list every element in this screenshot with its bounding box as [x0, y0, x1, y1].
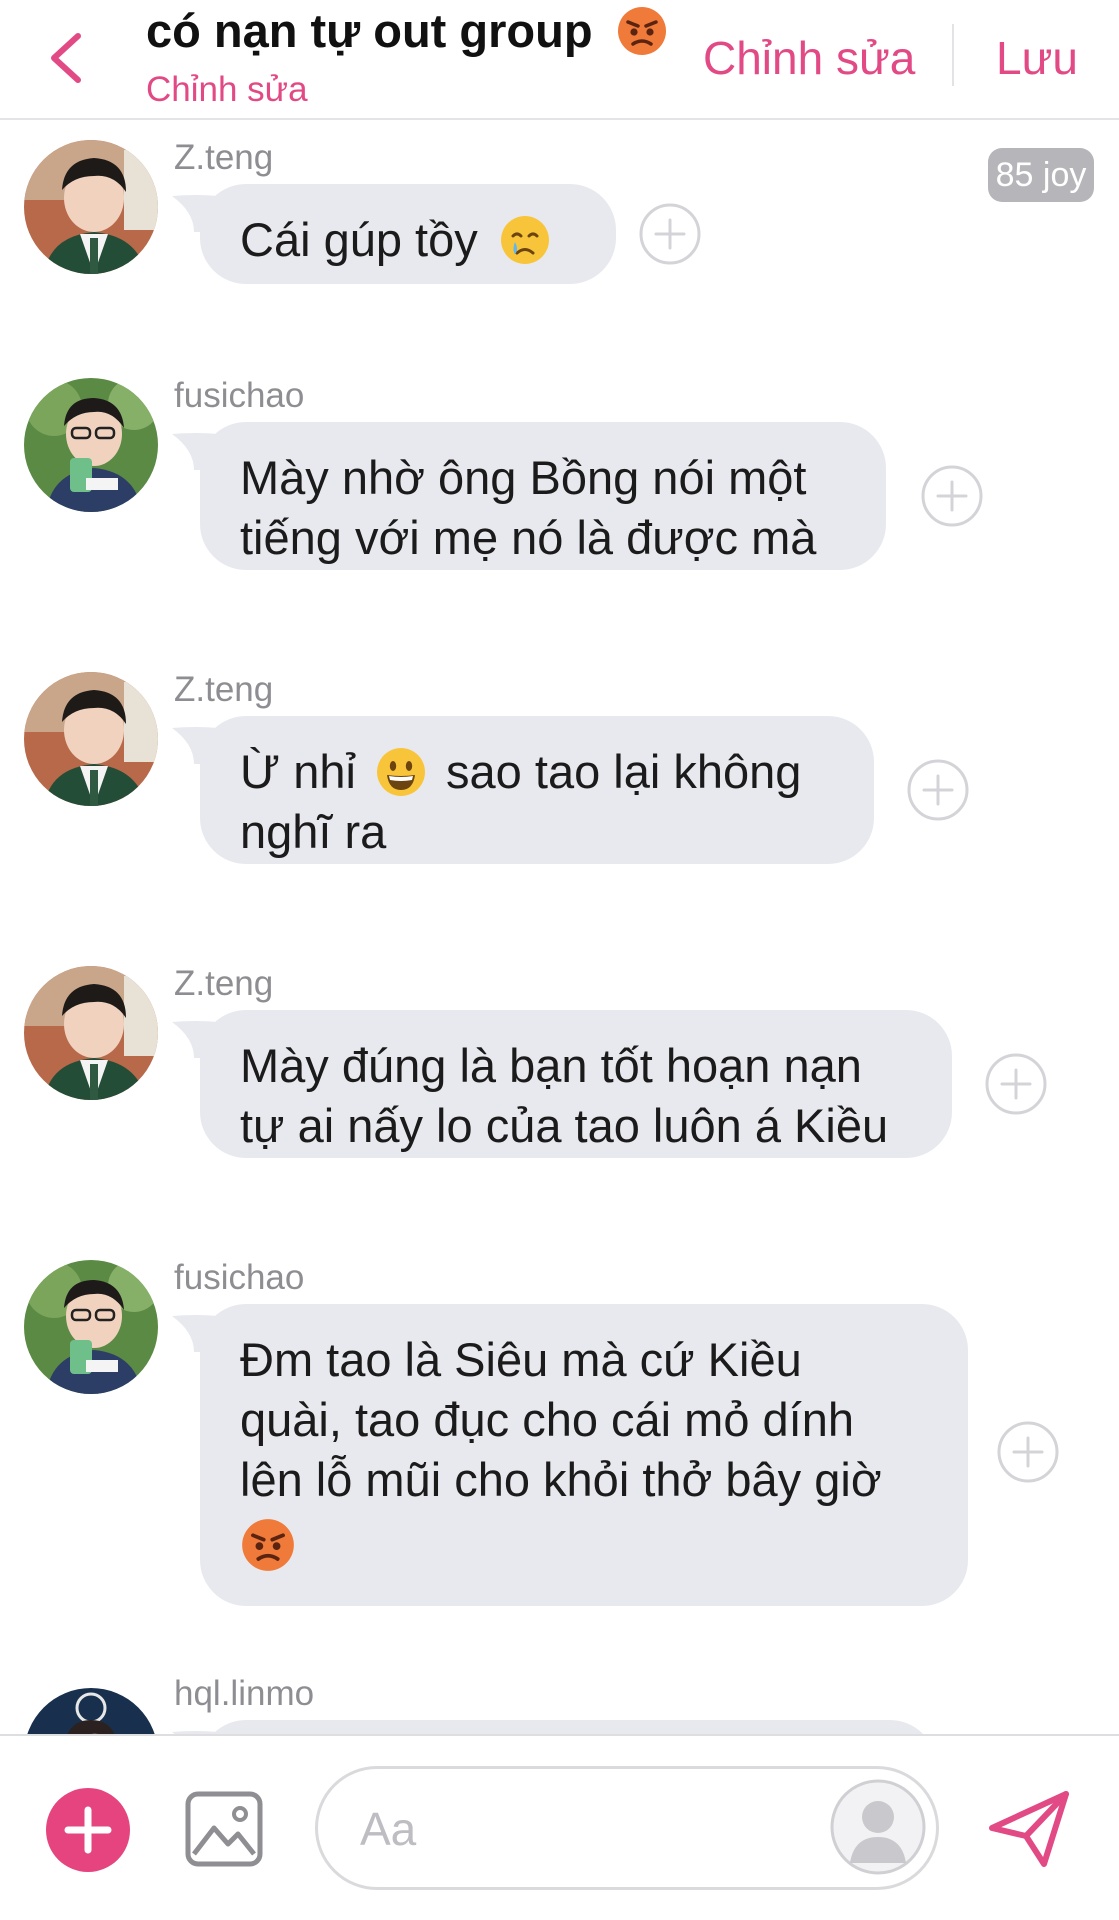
message-input[interactable]: Aa	[315, 1766, 939, 1890]
message-line: Mày đúng là bạn tốt hoạn nạn	[240, 1039, 862, 1092]
save-button[interactable]: Lưu	[996, 30, 1078, 86]
message-bubble[interactable]	[200, 1720, 936, 1734]
sender-name: fusichao	[174, 376, 305, 415]
message-bubble[interactable]: Đm tao là Siêu mà cứ Kiều quài, tao đục …	[200, 1304, 968, 1606]
message-bubble[interactable]: Ừ nhỉ sao tao lại không nghĩ ra	[200, 716, 874, 864]
avatar-image-icon	[24, 966, 158, 1100]
crying-face-icon	[500, 215, 549, 264]
add-reaction-icon[interactable]	[920, 464, 984, 528]
chat-title: có nạn tự out group	[146, 2, 668, 60]
avatar-image-icon	[24, 672, 158, 806]
message-bubble[interactable]: Cái gúp tồy	[200, 184, 616, 284]
add-button[interactable]	[46, 1788, 130, 1872]
message-text: Ừ nhỉ	[240, 745, 356, 798]
avatar[interactable]	[24, 378, 158, 512]
message-bubble[interactable]: Mày đúng là bạn tốt hoạn nạn tự ai nấy l…	[200, 1010, 952, 1158]
message-text: Cái gúp tồy	[240, 213, 478, 266]
edit-button[interactable]: Chỉnh sửa	[703, 30, 915, 86]
header-divider	[952, 24, 954, 86]
sender-name: hql.linmo	[174, 1674, 315, 1713]
add-reaction-icon[interactable]	[906, 758, 970, 822]
message-line	[240, 1510, 928, 1573]
message-text: sao tao lại không	[446, 745, 802, 798]
avatar-image-icon	[24, 1688, 158, 1734]
avatar[interactable]	[24, 1260, 158, 1394]
user-silhouette-icon	[830, 1779, 926, 1875]
add-reaction-icon[interactable]	[638, 202, 702, 266]
avatar-image-icon	[24, 378, 158, 512]
angry-face-icon	[617, 6, 666, 55]
add-reaction-icon[interactable]	[984, 1052, 1048, 1116]
sender-name: Z.teng	[174, 670, 274, 709]
avatar[interactable]	[24, 966, 158, 1100]
message-line: tiếng với mẹ nó là được mà	[240, 511, 817, 564]
message-line: nghĩ ra	[240, 805, 387, 858]
message-line: lên lỗ mũi cho khỏi thở bây giờ	[240, 1453, 882, 1506]
sender-name: Z.teng	[174, 964, 274, 1003]
message-line: quài, tao đục cho cái mỏ dính	[240, 1393, 855, 1446]
sender-name: fusichao	[174, 1258, 305, 1297]
message-input-placeholder: Aa	[360, 1803, 417, 1855]
message-line: tự ai nấy lo của tao luôn á Kiều	[240, 1099, 889, 1152]
message-line: Đm tao là Siêu mà cứ Kiều	[240, 1333, 802, 1386]
avatar[interactable]	[24, 672, 158, 806]
angry-face-icon	[242, 1518, 294, 1571]
chat-header: có nạn tự out group Chỉnh sửa Chỉnh sửa …	[0, 0, 1119, 120]
message-line: Mày nhờ ông Bồng nói một	[240, 451, 807, 504]
image-icon[interactable]	[184, 1790, 264, 1868]
avatar-image-icon	[24, 140, 158, 274]
avatar[interactable]	[24, 1688, 158, 1734]
message-list[interactable]: 85 joy Z.teng Cái gúp tồy fusichao Mày n…	[0, 122, 1119, 1734]
message-bubble[interactable]: Mày nhờ ông Bồng nói một tiếng với mẹ nó…	[200, 422, 886, 570]
plus-icon	[64, 1806, 112, 1854]
composer-bar: Aa	[0, 1734, 1119, 1920]
sticker-avatar-button[interactable]	[830, 1779, 926, 1875]
avatar-image-icon	[24, 1260, 158, 1394]
joy-badge: 85 joy	[988, 148, 1094, 202]
add-reaction-icon[interactable]	[996, 1420, 1060, 1484]
avatar[interactable]	[24, 140, 158, 274]
back-chevron-icon[interactable]	[42, 28, 92, 88]
message-line: Ừ nhỉ sao tao lại không	[240, 742, 834, 802]
sender-name: Z.teng	[174, 138, 274, 177]
send-icon[interactable]	[986, 1784, 1074, 1872]
chat-subtitle[interactable]: Chỉnh sửa	[146, 68, 308, 112]
chat-title-text: có nạn tự out group	[146, 4, 593, 57]
grinning-face-icon	[376, 747, 425, 796]
